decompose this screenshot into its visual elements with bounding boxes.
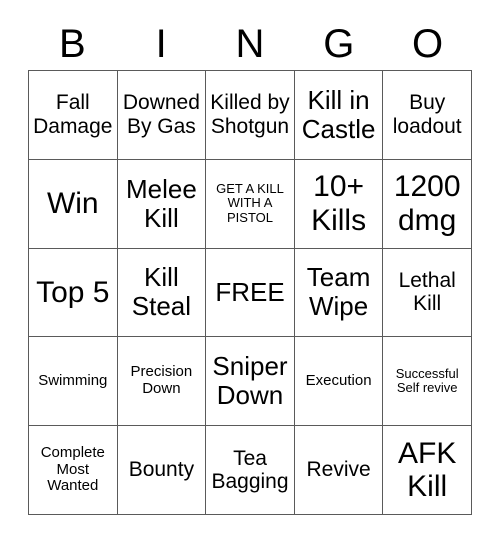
bingo-cell-label: Sniper Down (212, 351, 288, 411)
bingo-cell-label: Team Wipe (306, 262, 371, 322)
bingo-cell-label: Downed By Gas (122, 91, 200, 138)
bingo-cell[interactable]: Downed By Gas (117, 71, 207, 160)
bingo-cell-label: Melee Kill (125, 173, 197, 233)
bingo-cell[interactable]: Win (29, 159, 118, 249)
bingo-cell[interactable]: Successful Self revive (383, 337, 472, 427)
bingo-cell-label: Kill Steal (131, 262, 192, 322)
bingo-cell-label: Top 5 (36, 275, 110, 309)
bingo-cell-label: Killed by Shotgun (210, 91, 290, 138)
bingo-cell[interactable]: Killed by Shotgun (206, 71, 295, 160)
bingo-cell[interactable]: Bounty (117, 426, 207, 515)
bingo-cell-label: Swimming (38, 371, 108, 389)
bingo-cell-label: Fall Damage (33, 91, 113, 138)
bingo-header-row: B I N G O (28, 18, 472, 70)
bingo-cell-label: Buy loadout (392, 91, 462, 138)
bingo-cell-label: Bounty (128, 458, 195, 482)
bingo-cell[interactable]: Swimming (29, 337, 118, 427)
bingo-card: B I N G O Fall Damage Downed By Gas Killed… (0, 0, 500, 544)
bingo-grid: Fall Damage Downed By Gas Killed by Shotgu… (28, 70, 472, 515)
bingo-free-cell[interactable]: FREE (206, 248, 295, 338)
bingo-cell-label: 10+ Kills (311, 170, 367, 237)
bingo-cell-label: Kill in Castle (301, 84, 376, 144)
bingo-cell[interactable]: Precision Down (117, 337, 207, 427)
bingo-cell-label: GET A KILL WITH A PISTOL (216, 180, 284, 225)
bingo-header-letter-i: I (155, 22, 167, 66)
bingo-cell[interactable]: Lethal Kill (383, 248, 472, 338)
bingo-cell-label: AFK Kill (398, 436, 457, 504)
bingo-cell[interactable]: Fall Damage (29, 71, 118, 160)
bingo-header-letter-g: G (323, 22, 355, 66)
bingo-cell-label: Complete Most Wanted (40, 443, 105, 495)
bingo-header-letter-o: O (412, 22, 444, 66)
bingo-cell-label: Win (46, 186, 99, 220)
bingo-cell-label: Execution (305, 371, 372, 389)
bingo-cell[interactable]: Complete Most Wanted (29, 426, 118, 515)
bingo-cell[interactable]: 1200 dmg (383, 159, 472, 249)
bingo-cell[interactable]: Top 5 (29, 248, 118, 338)
bingo-cell[interactable]: Revive (294, 426, 384, 515)
bingo-cell[interactable]: Kill Steal (117, 248, 207, 338)
bingo-cell[interactable]: Melee Kill (117, 159, 207, 249)
bingo-cell[interactable]: Execution (294, 337, 384, 427)
bingo-cell[interactable]: 10+ Kills (294, 159, 384, 249)
bingo-cell-label: Revive (306, 458, 371, 482)
bingo-cell[interactable]: Tea Bagging (206, 426, 295, 515)
bingo-cell[interactable]: Buy loadout (383, 71, 472, 160)
bingo-cell-label: Tea Bagging (211, 446, 289, 494)
bingo-cell[interactable]: Team Wipe (294, 248, 384, 338)
bingo-cell-label: 1200 dmg (393, 170, 461, 237)
bingo-cell-label: Precision Down (130, 363, 193, 398)
bingo-cell[interactable]: Sniper Down (206, 337, 295, 427)
bingo-cell-label: Successful Self revive (395, 365, 459, 396)
bingo-header-letter-b: B (59, 22, 86, 66)
bingo-cell-label: Lethal Kill (398, 268, 456, 316)
bingo-cell[interactable]: GET A KILL WITH A PISTOL (206, 159, 295, 249)
bingo-cell[interactable]: Kill in Castle (294, 71, 384, 160)
bingo-cell[interactable]: AFK Kill (383, 426, 472, 515)
bingo-header-letter-n: N (235, 22, 265, 66)
bingo-cell-label: FREE (215, 276, 285, 307)
